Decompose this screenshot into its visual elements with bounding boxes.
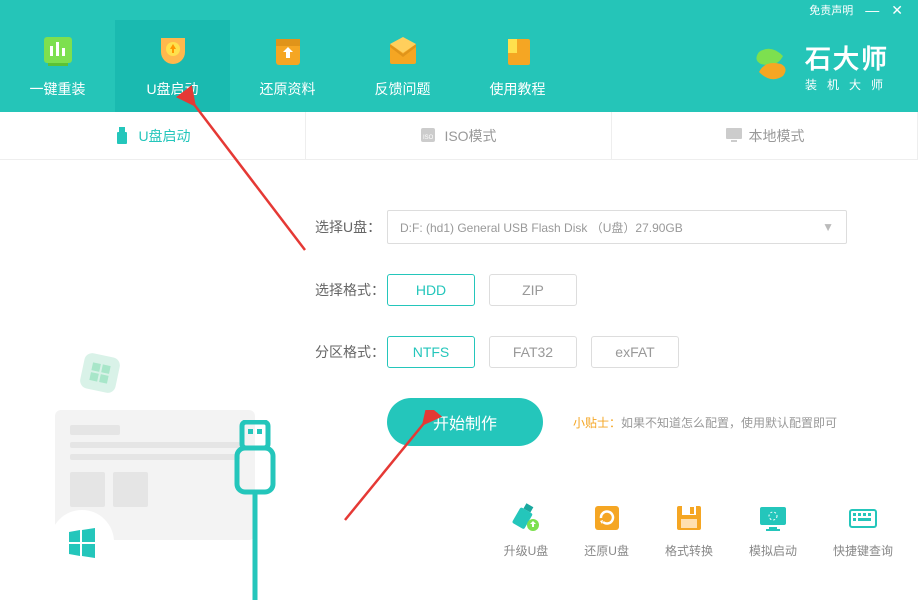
usb-restore-icon (591, 502, 623, 534)
tool-label: 还原U盘 (584, 542, 629, 559)
tool-label: 快捷键查询 (833, 542, 893, 559)
nav-tutorial[interactable]: 使用教程 (460, 20, 575, 112)
tip-label: 小贴士： (573, 416, 621, 430)
nav-label: U盘启动 (146, 79, 198, 99)
nav-label: 还原资料 (260, 79, 316, 99)
partition-opt-fat32[interactable]: FAT32 (489, 336, 577, 368)
nav-label: 反馈问题 (375, 79, 431, 99)
svg-text:ISO: ISO (423, 135, 434, 141)
dropdown-value: D:F: (hd1) General USB Flash Disk （U盘）27… (400, 219, 683, 236)
header-nav: 一键重装 U盘启动 还原资料 反馈问题 使用教程 石大师 装机大师 (0, 20, 918, 112)
nav-label: 一键重装 (30, 79, 86, 99)
nav-feedback[interactable]: 反馈问题 (345, 20, 460, 112)
format-opt-zip[interactable]: ZIP (489, 274, 577, 306)
partition-label: 分区格式： (315, 342, 387, 362)
iso-icon: ISO (420, 127, 438, 145)
keyboard-icon (847, 502, 879, 534)
usb-upgrade-icon (510, 502, 542, 534)
tip-body: 如果不知道怎么配置，使用默认配置即可 (621, 416, 837, 430)
usb-icon (114, 127, 132, 145)
chevron-down-icon: ▼ (822, 220, 834, 234)
tab-label: U盘启动 (138, 126, 190, 146)
mode-tabs: U盘启动 ISO ISO模式 本地模式 (0, 112, 918, 160)
chart-icon (38, 33, 78, 71)
tab-label: 本地模式 (749, 126, 805, 146)
floppy-icon (673, 502, 705, 534)
tab-local[interactable]: 本地模式 (612, 112, 918, 159)
title-bar: 免责声明 — ✕ (0, 0, 918, 20)
upload-icon (268, 33, 308, 71)
nav-restore[interactable]: 还原资料 (230, 20, 345, 112)
windows-logo-badge (50, 510, 114, 574)
tip-text: 小贴士：如果不知道怎么配置，使用默认配置即可 (573, 414, 837, 431)
nav-usb-boot[interactable]: U盘启动 (115, 20, 230, 112)
partition-opt-exfat[interactable]: exFAT (591, 336, 679, 368)
windows-deco-icon (79, 352, 122, 395)
illustration-panel (0, 160, 315, 579)
brand-subtitle: 装机大师 (805, 76, 893, 93)
format-opt-hdd[interactable]: HDD (387, 274, 475, 306)
tool-label: 升级U盘 (504, 542, 549, 559)
tool-format-convert[interactable]: 格式转换 (665, 502, 713, 559)
tool-restore-usb[interactable]: 还原U盘 (584, 502, 629, 559)
start-create-button[interactable]: 开始制作 (387, 398, 543, 446)
brand-title: 石大师 (805, 39, 893, 76)
disclaimer-link[interactable]: 免责声明 (809, 2, 853, 18)
minimize-button[interactable]: — (865, 5, 879, 15)
tab-iso[interactable]: ISO ISO模式 (306, 112, 612, 159)
tab-label: ISO模式 (444, 126, 496, 146)
nav-label: 使用教程 (490, 79, 546, 99)
tool-label: 模拟启动 (749, 542, 797, 559)
shield-usb-icon (153, 33, 193, 71)
usb-select-label: 选择U盘： (315, 217, 387, 237)
tool-upgrade-usb[interactable]: 升级U盘 (504, 502, 549, 559)
nav-reinstall[interactable]: 一键重装 (0, 20, 115, 112)
main-content: 选择U盘： D:F: (hd1) General USB Flash Disk … (0, 160, 918, 579)
tool-simulate-boot[interactable]: 模拟启动 (749, 502, 797, 559)
tool-label: 格式转换 (665, 542, 713, 559)
format-label: 选择格式： (315, 280, 387, 300)
usb-cable-graphic (225, 420, 285, 605)
usb-select-dropdown[interactable]: D:F: (hd1) General USB Flash Disk （U盘）27… (387, 210, 847, 244)
monitor-boot-icon (757, 502, 789, 534)
logo-icon (749, 42, 793, 91)
book-icon (498, 33, 538, 71)
brand: 石大师 装机大师 (749, 39, 918, 93)
bottom-tools: 升级U盘 还原U盘 格式转换 模拟启动 快捷键查询 (504, 502, 893, 559)
monitor-icon (725, 127, 743, 145)
partition-opt-ntfs[interactable]: NTFS (387, 336, 475, 368)
tab-usb-boot[interactable]: U盘启动 (0, 112, 306, 159)
close-button[interactable]: ✕ (891, 5, 903, 15)
tool-shortcut-query[interactable]: 快捷键查询 (833, 502, 893, 559)
mail-icon (383, 33, 423, 71)
